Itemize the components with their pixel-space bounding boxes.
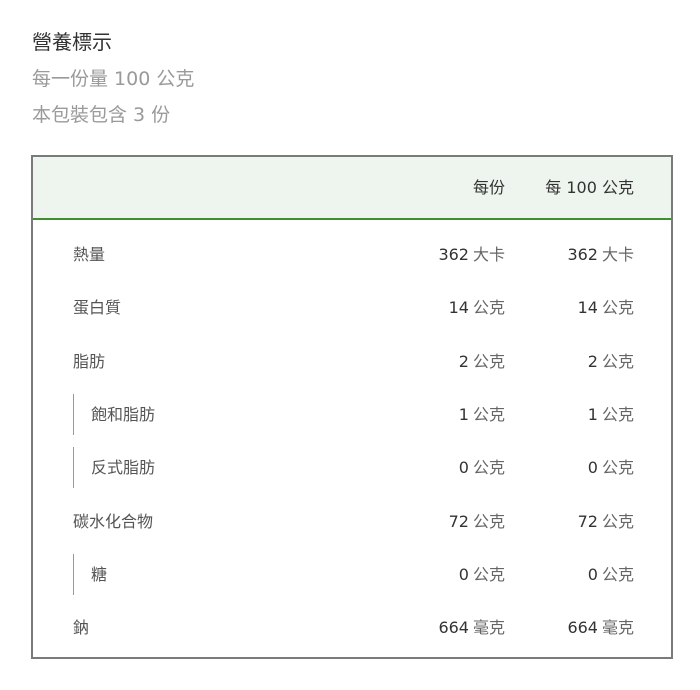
value-per-100g: 14 公克 bbox=[494, 281, 634, 334]
amount: 72 bbox=[448, 511, 469, 531]
column-header-per-serving: 每份 bbox=[472, 178, 505, 197]
amount: 0 bbox=[587, 564, 598, 584]
amount: 1 bbox=[587, 404, 598, 424]
nutrient-label: 熱量 bbox=[73, 245, 106, 264]
value-per-serving: 2 公克 bbox=[365, 335, 505, 388]
value-per-100g: 72 公克 bbox=[494, 495, 634, 548]
amount: 1 bbox=[458, 404, 469, 424]
serving-size-text: 每一份量 100 公克 bbox=[32, 68, 195, 90]
table-row: 脂肪 2 公克 2 公克 bbox=[33, 335, 671, 388]
unit: 公克 bbox=[601, 564, 634, 584]
amount: 664 bbox=[438, 618, 469, 638]
amount: 14 bbox=[448, 298, 469, 318]
value-per-100g: 2 公克 bbox=[494, 335, 634, 388]
value-per-100g: 0 公克 bbox=[494, 548, 634, 601]
unit: 公克 bbox=[601, 458, 634, 478]
value-per-serving: 362 大卡 bbox=[365, 228, 505, 281]
value-per-serving: 14 公克 bbox=[365, 281, 505, 334]
amount: 0 bbox=[587, 458, 598, 478]
unit: 大卡 bbox=[601, 245, 634, 264]
nutrient-label: 糖 bbox=[91, 564, 108, 584]
table-header: 每份 每 100 公克 bbox=[33, 157, 671, 220]
value-per-serving: 72 公克 bbox=[365, 495, 505, 548]
amount: 2 bbox=[458, 351, 469, 371]
amount: 0 bbox=[458, 564, 469, 584]
amount: 2 bbox=[587, 351, 598, 371]
nutrient-label: 蛋白質 bbox=[73, 298, 122, 318]
value-per-100g: 664 毫克 bbox=[494, 601, 634, 654]
unit: 公克 bbox=[601, 404, 634, 424]
column-header-per-100g: 每 100 公克 bbox=[545, 178, 634, 197]
table-row: 蛋白質 14 公克 14 公克 bbox=[33, 281, 671, 334]
nutrient-label: 脂肪 bbox=[73, 351, 106, 371]
table-row: 熱量 362 大卡 362 大卡 bbox=[33, 228, 671, 281]
value-per-serving: 0 公克 bbox=[365, 548, 505, 601]
unit: 毫克 bbox=[601, 618, 634, 638]
page-title: 營養標示 bbox=[32, 30, 112, 54]
nutrient-label: 反式脂肪 bbox=[91, 458, 156, 478]
servings-per-package-text: 本包裝包含 3 份 bbox=[32, 104, 171, 126]
unit: 公克 bbox=[601, 351, 634, 371]
indent-bar bbox=[73, 553, 74, 595]
nutrition-header: 營養標示 每一份量 100 公克 本包裝包含 3 份 bbox=[32, 28, 194, 128]
unit: 公克 bbox=[601, 511, 634, 531]
indent-bar bbox=[73, 447, 74, 489]
unit: 公克 bbox=[601, 298, 634, 318]
value-per-100g: 362 大卡 bbox=[494, 228, 634, 281]
amount: 14 bbox=[577, 298, 598, 318]
table-row: 碳水化合物 72 公克 72 公克 bbox=[33, 495, 671, 548]
value-per-serving: 1 公克 bbox=[365, 388, 505, 441]
amount: 362 bbox=[438, 245, 469, 264]
amount: 362 bbox=[567, 245, 598, 264]
nutrient-label: 飽和脂肪 bbox=[91, 404, 156, 424]
table-row: 糖 0 公克 0 公克 bbox=[33, 548, 671, 601]
value-per-serving: 0 公克 bbox=[365, 441, 505, 494]
indent-bar bbox=[73, 393, 74, 435]
amount: 664 bbox=[567, 618, 598, 638]
nutrient-label: 鈉 bbox=[73, 618, 90, 638]
amount: 0 bbox=[458, 458, 469, 478]
amount: 72 bbox=[577, 511, 598, 531]
value-per-serving: 664 毫克 bbox=[365, 601, 505, 654]
table-row: 飽和脂肪 1 公克 1 公克 bbox=[33, 388, 671, 441]
table-row: 反式脂肪 0 公克 0 公克 bbox=[33, 441, 671, 494]
value-per-100g: 0 公克 bbox=[494, 441, 634, 494]
table-row: 鈉 664 毫克 664 毫克 bbox=[33, 601, 671, 654]
nutrient-label: 碳水化合物 bbox=[73, 511, 154, 531]
value-per-100g: 1 公克 bbox=[494, 388, 634, 441]
nutrition-table: 每份 每 100 公克 熱量 362 大卡 362 大卡 蛋白質 14 公克 14 公克 脂肪 2 公克… bbox=[31, 155, 673, 659]
